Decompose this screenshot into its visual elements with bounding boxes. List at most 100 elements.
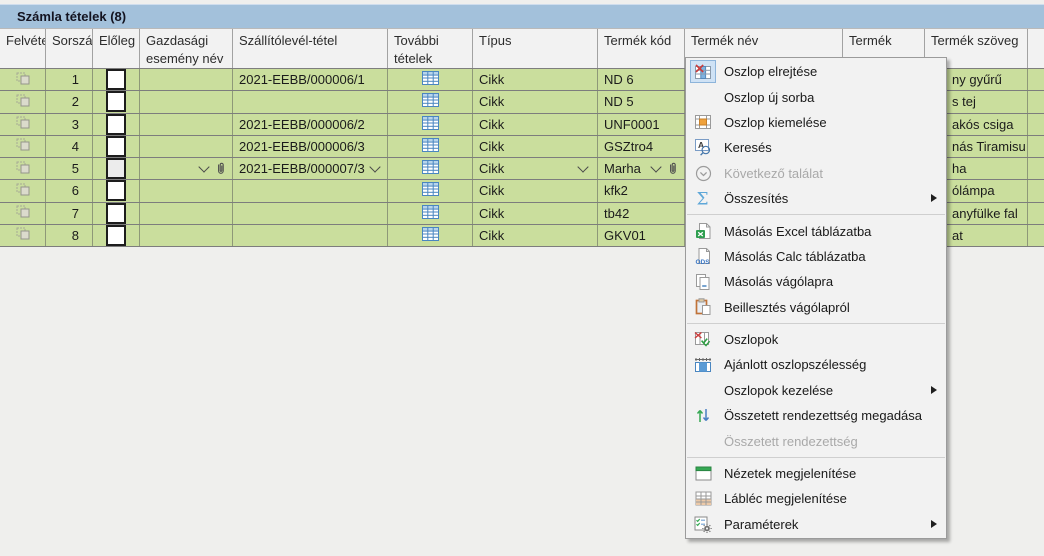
menu-item[interactable]: ODSMásolás Calc táblázatba: [686, 244, 946, 269]
cell-gazdasagi-esemeny[interactable]: [140, 91, 233, 112]
cell-termek-kod[interactable]: ND 6: [598, 69, 685, 90]
cell-felvetel[interactable]: [0, 69, 46, 90]
cell-eloleg[interactable]: [93, 69, 140, 90]
menu-item[interactable]: Összetett rendezettség megadása: [686, 403, 946, 428]
column-header-7[interactable]: Típus: [473, 29, 598, 68]
cell-felvetel[interactable]: [0, 180, 46, 201]
cell-szallitolevel-tetel[interactable]: 2021-EEBB/000007/3: [233, 158, 388, 179]
cell-sorszam[interactable]: 8: [46, 225, 93, 246]
cell-eloleg[interactable]: [93, 203, 140, 224]
menu-item[interactable]: Nézetek megjelenítése: [686, 461, 946, 486]
cell-eloleg[interactable]: [93, 136, 140, 157]
menu-item[interactable]: Oszlop kiemelése: [686, 110, 946, 135]
eloleg-checkbox[interactable]: [106, 203, 126, 224]
eloleg-checkbox[interactable]: [106, 114, 126, 135]
cell-termek-kod[interactable]: kfk2: [598, 180, 685, 201]
cell-eloleg[interactable]: [93, 180, 140, 201]
cell-sorszam[interactable]: 2: [46, 91, 93, 112]
cell-szallitolevel-tetel[interactable]: 2021-EEBB/000006/2: [233, 114, 388, 135]
cell-szallitolevel-tetel[interactable]: [233, 203, 388, 224]
cell-gazdasagi-esemeny[interactable]: [140, 225, 233, 246]
paperclip-icon[interactable]: [668, 161, 678, 176]
menu-item[interactable]: ΣÖsszesítés: [686, 186, 946, 211]
cell-felvetel[interactable]: [0, 136, 46, 157]
chevron-down-icon[interactable]: [369, 161, 380, 172]
paperclip-icon[interactable]: [216, 161, 226, 176]
chevron-down-icon[interactable]: [577, 161, 588, 172]
cell-termek-kod[interactable]: tb42: [598, 203, 685, 224]
column-header-4[interactable]: Gazdasági esemény név: [140, 29, 233, 68]
cell-sorszam[interactable]: 7: [46, 203, 93, 224]
cell-tovabbi-tetelek[interactable]: [388, 203, 473, 224]
cell-szallitolevel-tetel[interactable]: [233, 180, 388, 201]
cell-termek-kod[interactable]: GSZtro4: [598, 136, 685, 157]
eloleg-checkbox[interactable]: [106, 225, 126, 246]
eloleg-checkbox[interactable]: [106, 136, 126, 157]
cell-eloleg[interactable]: [93, 114, 140, 135]
column-header-1[interactable]: Felvétel: [0, 29, 46, 68]
cell-felvetel[interactable]: [0, 91, 46, 112]
cell-gazdasagi-esemeny[interactable]: [140, 203, 233, 224]
eloleg-checkbox[interactable]: [106, 180, 126, 201]
cell-gazdasagi-esemeny[interactable]: [140, 114, 233, 135]
cell-sorszam[interactable]: 4: [46, 136, 93, 157]
cell-tipus[interactable]: Cikk: [473, 180, 598, 201]
chevron-down-icon[interactable]: [198, 161, 209, 172]
cell-termek-kod[interactable]: ND 5: [598, 91, 685, 112]
cell-tipus[interactable]: Cikk: [473, 225, 598, 246]
menu-item[interactable]: Paraméterek: [686, 512, 946, 537]
menu-item[interactable]: Másolás Excel táblázatba: [686, 218, 946, 243]
cell-sorszam[interactable]: 6: [46, 180, 93, 201]
cell-sorszam[interactable]: 3: [46, 114, 93, 135]
cell-felvetel[interactable]: [0, 203, 46, 224]
cell-sorszam[interactable]: 5: [46, 158, 93, 179]
menu-item[interactable]: Másolás vágólapra: [686, 269, 946, 294]
menu-item[interactable]: Beillesztés vágólapról: [686, 295, 946, 320]
cell-tipus[interactable]: Cikk: [473, 114, 598, 135]
eloleg-checkbox[interactable]: [106, 91, 126, 112]
menu-item[interactable]: Oszlopok kezelése: [686, 378, 946, 403]
column-header-2[interactable]: Sorszám: [46, 29, 93, 68]
cell-tipus[interactable]: Cikk: [473, 158, 598, 179]
cell-tovabbi-tetelek[interactable]: [388, 136, 473, 157]
cell-tovabbi-tetelek[interactable]: [388, 225, 473, 246]
cell-szallitolevel-tetel[interactable]: 2021-EEBB/000006/1: [233, 69, 388, 90]
cell-tipus[interactable]: Cikk: [473, 136, 598, 157]
chevron-down-icon[interactable]: [650, 161, 661, 172]
column-header-8[interactable]: Termék kód: [598, 29, 685, 68]
menu-item[interactable]: Oszlop új sorba: [686, 84, 946, 109]
cell-gazdasagi-esemeny[interactable]: [140, 180, 233, 201]
eloleg-checkbox[interactable]: [106, 158, 126, 179]
cell-tipus[interactable]: Cikk: [473, 69, 598, 90]
cell-szallitolevel-tetel[interactable]: [233, 225, 388, 246]
cell-eloleg[interactable]: [93, 91, 140, 112]
menu-item[interactable]: AKeresés: [686, 135, 946, 160]
cell-felvetel[interactable]: [0, 158, 46, 179]
menu-item[interactable]: Oszlop elrejtése: [686, 59, 946, 84]
cell-eloleg[interactable]: [93, 225, 140, 246]
cell-szallitolevel-tetel[interactable]: [233, 91, 388, 112]
cell-termek-kod[interactable]: UNF0001: [598, 114, 685, 135]
menu-item[interactable]: Ajánlott oszlopszélesség: [686, 352, 946, 377]
cell-termek-kod[interactable]: GKV01: [598, 225, 685, 246]
cell-tovabbi-tetelek[interactable]: [388, 69, 473, 90]
column-header-6[interactable]: További tételek: [388, 29, 473, 68]
cell-tipus[interactable]: Cikk: [473, 203, 598, 224]
cell-tovabbi-tetelek[interactable]: [388, 180, 473, 201]
cell-gazdasagi-esemeny[interactable]: [140, 136, 233, 157]
cell-felvetel[interactable]: [0, 225, 46, 246]
cell-szallitolevel-tetel[interactable]: 2021-EEBB/000006/3: [233, 136, 388, 157]
cell-tovabbi-tetelek[interactable]: [388, 91, 473, 112]
column-header-5[interactable]: Szállítólevél-tétel: [233, 29, 388, 68]
cell-sorszam[interactable]: 1: [46, 69, 93, 90]
menu-item[interactable]: Oszlopok: [686, 327, 946, 352]
menu-item[interactable]: Lábléc megjelenítése: [686, 486, 946, 511]
cell-gazdasagi-esemeny[interactable]: [140, 158, 233, 179]
cell-gazdasagi-esemeny[interactable]: [140, 69, 233, 90]
column-header-3[interactable]: Előleg: [93, 29, 140, 68]
cell-tovabbi-tetelek[interactable]: [388, 114, 473, 135]
cell-tovabbi-tetelek[interactable]: [388, 158, 473, 179]
cell-tipus[interactable]: Cikk: [473, 91, 598, 112]
eloleg-checkbox[interactable]: [106, 69, 126, 90]
cell-felvetel[interactable]: [0, 114, 46, 135]
